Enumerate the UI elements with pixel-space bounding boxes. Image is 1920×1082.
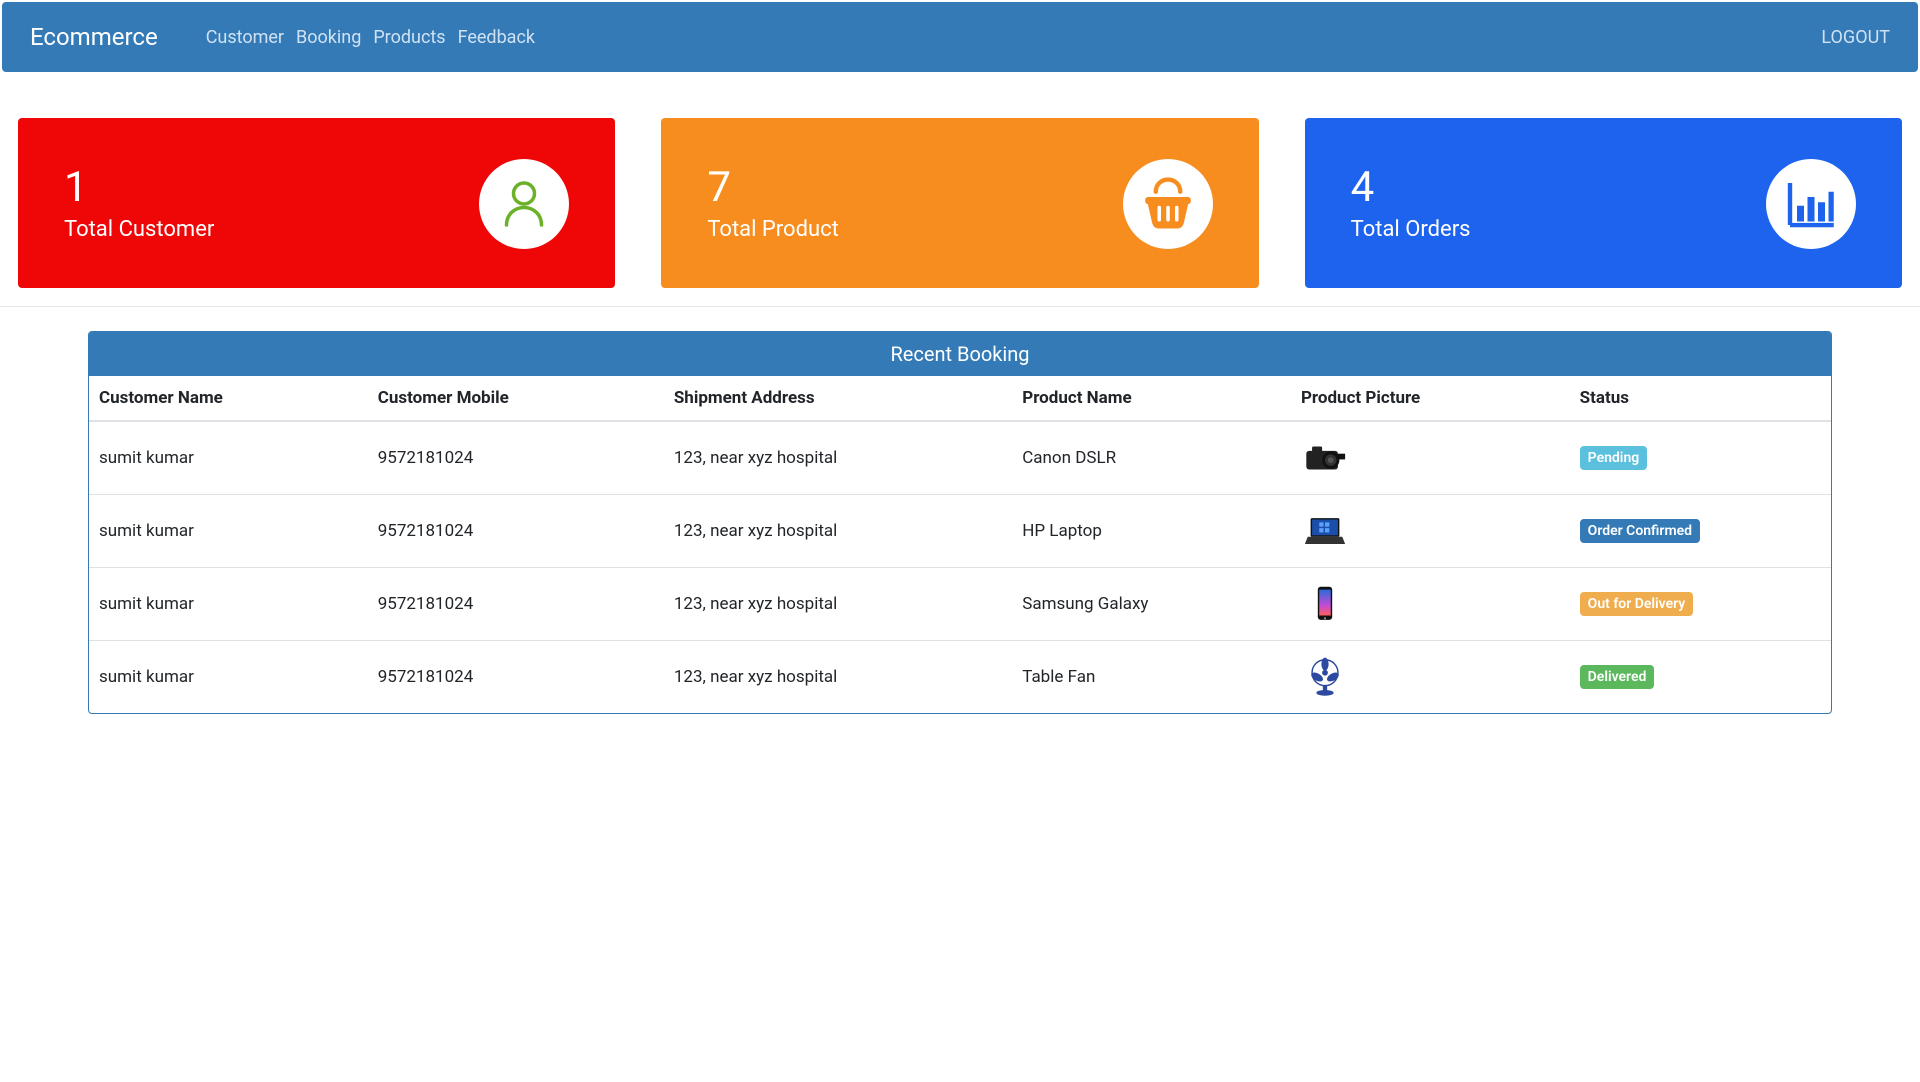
user-icon xyxy=(479,159,569,249)
panel-title: Recent Booking xyxy=(89,332,1831,376)
cell-customer-mobile: 9572181024 xyxy=(368,421,664,495)
recent-booking-panel: Recent Booking Customer Name Customer Mo… xyxy=(88,331,1832,714)
booking-table: Customer Name Customer Mobile Shipment A… xyxy=(89,376,1831,713)
status-badge: Out for Delivery xyxy=(1580,592,1694,616)
stat-value-products: 7 xyxy=(707,167,839,209)
nav-link-booking[interactable]: Booking xyxy=(296,21,361,54)
col-shipment-address: Shipment Address xyxy=(664,376,1012,421)
nav-link-products[interactable]: Products xyxy=(373,21,445,54)
table-row: sumit kumar9572181024123, near xyz hospi… xyxy=(89,568,1831,641)
table-header-row: Customer Name Customer Mobile Shipment A… xyxy=(89,376,1831,421)
cell-product-picture xyxy=(1291,641,1570,714)
stat-label-customers: Total Customer xyxy=(64,217,214,242)
cell-shipment-address: 123, near xyz hospital xyxy=(664,568,1012,641)
camera-icon xyxy=(1301,434,1349,482)
basket-icon xyxy=(1123,159,1213,249)
cell-customer-name: sumit kumar xyxy=(89,495,368,568)
cell-product-name: HP Laptop xyxy=(1012,495,1291,568)
cell-status: Pending xyxy=(1570,421,1831,495)
cell-product-name: Canon DSLR xyxy=(1012,421,1291,495)
laptop-icon xyxy=(1301,507,1349,555)
cell-product-picture xyxy=(1291,568,1570,641)
col-product-name: Product Name xyxy=(1012,376,1291,421)
nav-links: Customer Booking Products Feedback xyxy=(206,21,1822,54)
status-badge: Order Confirmed xyxy=(1580,519,1700,543)
phone-icon xyxy=(1301,580,1349,628)
cell-product-picture xyxy=(1291,495,1570,568)
cell-shipment-address: 123, near xyz hospital xyxy=(664,641,1012,714)
cell-product-name: Samsung Galaxy xyxy=(1012,568,1291,641)
stat-card-orders[interactable]: 4 Total Orders xyxy=(1305,118,1902,288)
cell-status: Order Confirmed xyxy=(1570,495,1831,568)
chart-icon xyxy=(1766,159,1856,249)
cell-product-name: Table Fan xyxy=(1012,641,1291,714)
brand[interactable]: Ecommerce xyxy=(30,23,158,51)
col-product-picture: Product Picture xyxy=(1291,376,1570,421)
col-status: Status xyxy=(1570,376,1831,421)
cell-customer-mobile: 9572181024 xyxy=(368,495,664,568)
stat-label-products: Total Product xyxy=(707,217,839,242)
stat-card-customers[interactable]: 1 Total Customer xyxy=(18,118,615,288)
cell-status: Delivered xyxy=(1570,641,1831,714)
cell-customer-mobile: 9572181024 xyxy=(368,641,664,714)
status-badge: Pending xyxy=(1580,446,1648,470)
cell-customer-name: sumit kumar xyxy=(89,641,368,714)
stats-row: 1 Total Customer 7 Total Product xyxy=(0,72,1920,307)
cell-customer-mobile: 9572181024 xyxy=(368,568,664,641)
table-row: sumit kumar9572181024123, near xyz hospi… xyxy=(89,421,1831,495)
cell-status: Out for Delivery xyxy=(1570,568,1831,641)
cell-customer-name: sumit kumar xyxy=(89,421,368,495)
stat-value-orders: 4 xyxy=(1351,167,1471,209)
col-customer-mobile: Customer Mobile xyxy=(368,376,664,421)
stat-card-products[interactable]: 7 Total Product xyxy=(661,118,1258,288)
cell-product-picture xyxy=(1291,421,1570,495)
cell-shipment-address: 123, near xyz hospital xyxy=(664,495,1012,568)
col-customer-name: Customer Name xyxy=(89,376,368,421)
fan-icon xyxy=(1301,653,1349,701)
navbar: Ecommerce Customer Booking Products Feed… xyxy=(2,2,1918,72)
cell-customer-name: sumit kumar xyxy=(89,568,368,641)
recent-booking-section: Recent Booking Customer Name Customer Mo… xyxy=(0,307,1920,754)
table-row: sumit kumar9572181024123, near xyz hospi… xyxy=(89,641,1831,714)
stat-label-orders: Total Orders xyxy=(1351,217,1471,242)
table-row: sumit kumar9572181024123, near xyz hospi… xyxy=(89,495,1831,568)
nav-link-customer[interactable]: Customer xyxy=(206,21,284,54)
stat-value-customers: 1 xyxy=(64,167,214,209)
status-badge: Delivered xyxy=(1580,665,1655,689)
nav-link-feedback[interactable]: Feedback xyxy=(458,21,535,54)
cell-shipment-address: 123, near xyz hospital xyxy=(664,421,1012,495)
logout-link[interactable]: LOGOUT xyxy=(1821,27,1890,48)
